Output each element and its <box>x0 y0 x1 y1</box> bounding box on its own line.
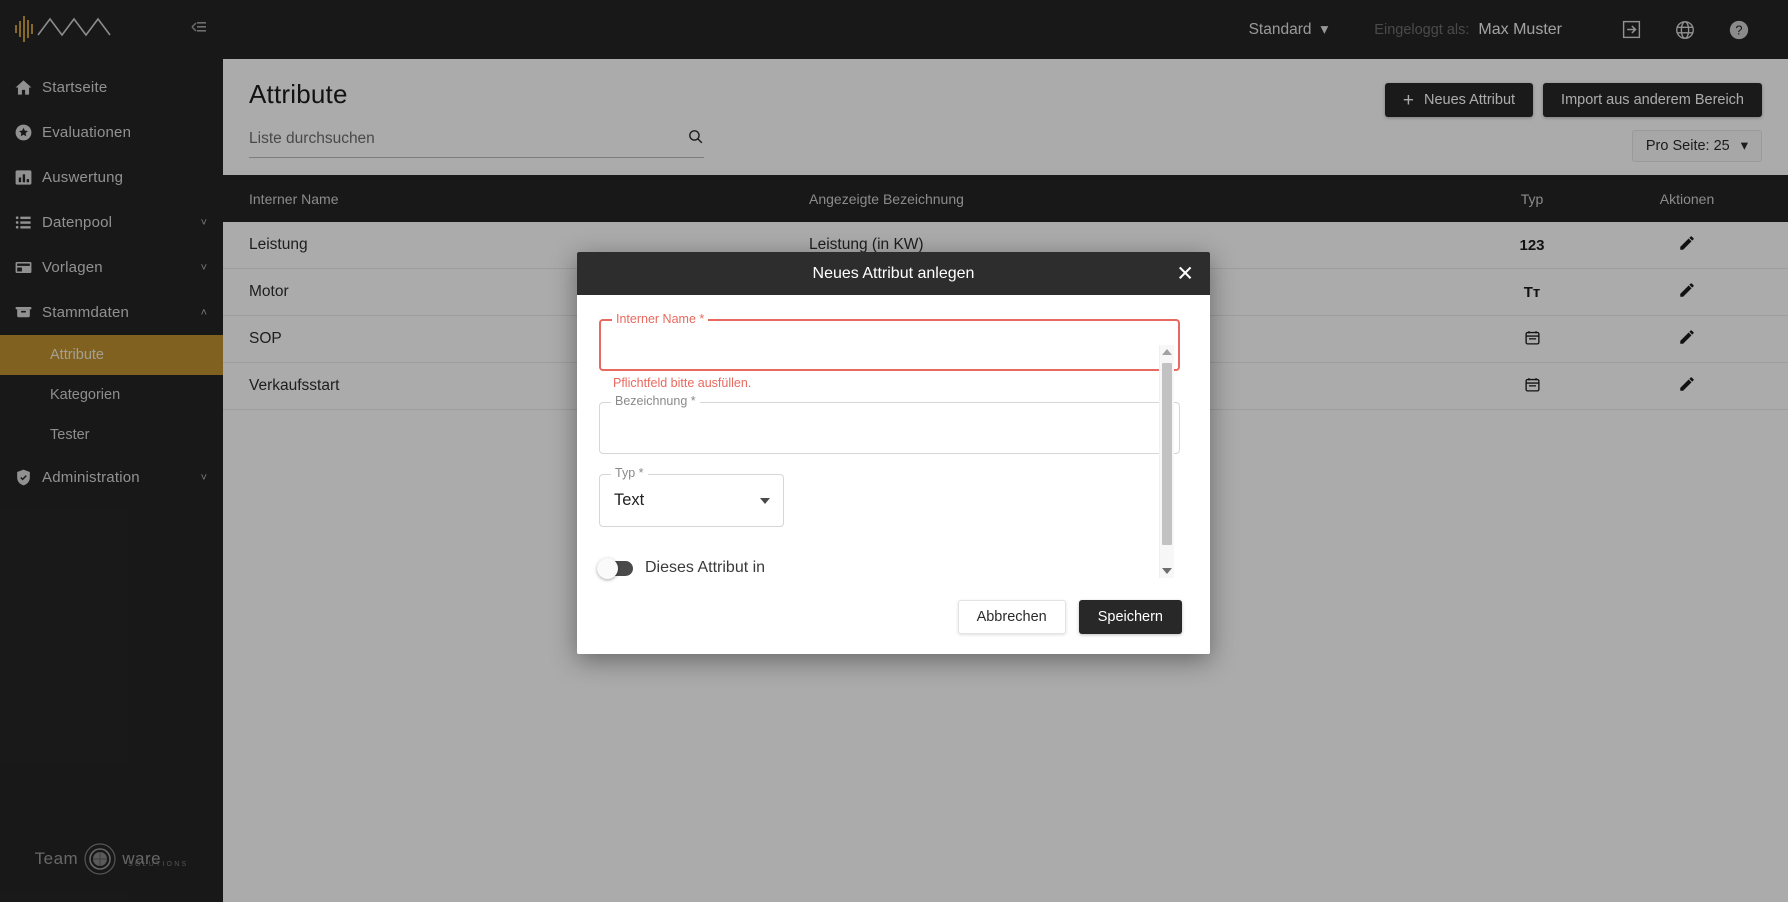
type-select[interactable]: Text <box>600 475 783 526</box>
internal-name-error: Pflichtfeld bitte ausfüllen. <box>613 376 752 390</box>
dialog-header: Neues Attribut anlegen ✕ <box>577 252 1210 295</box>
dialog-scrollbar[interactable] <box>1159 345 1174 578</box>
save-button[interactable]: Speichern <box>1078 600 1182 634</box>
dialog-footer: Abbrechen Speichern <box>577 586 1210 654</box>
type-field: Typ * Text <box>599 467 784 527</box>
internal-name-field: Interner Name * <box>599 313 1180 371</box>
cancel-button[interactable]: Abbrechen <box>957 600 1066 634</box>
dialog-title: Neues Attribut anlegen <box>812 264 975 282</box>
scroll-down-arrow-icon[interactable] <box>1160 564 1174 578</box>
dialog-body: Interner Name * Pflichtfeld bitte ausfül… <box>577 295 1210 586</box>
new-attribute-dialog: Neues Attribut anlegen ✕ Interner Name *… <box>577 252 1210 654</box>
attribute-toggle-row: Dieses Attribut in <box>597 557 1180 579</box>
dialog-scroll-area: Interner Name * Pflichtfeld bitte ausfül… <box>597 313 1180 582</box>
designation-field: Bezeichnung * <box>599 395 1180 454</box>
scrollbar-thumb[interactable] <box>1162 363 1172 545</box>
close-icon[interactable]: ✕ <box>1176 263 1194 284</box>
toggle-knob <box>597 557 618 579</box>
designation-input[interactable] <box>600 403 1179 453</box>
attribute-toggle[interactable] <box>597 557 633 579</box>
internal-name-input[interactable] <box>601 321 1178 369</box>
chevron-down-icon <box>760 497 770 504</box>
scroll-up-arrow-icon[interactable] <box>1160 345 1174 359</box>
attribute-toggle-label: Dieses Attribut in <box>645 559 766 576</box>
app-root: Startseite Evaluationen Auswertung Daten… <box>0 0 1788 902</box>
type-select-value: Text <box>614 491 645 509</box>
